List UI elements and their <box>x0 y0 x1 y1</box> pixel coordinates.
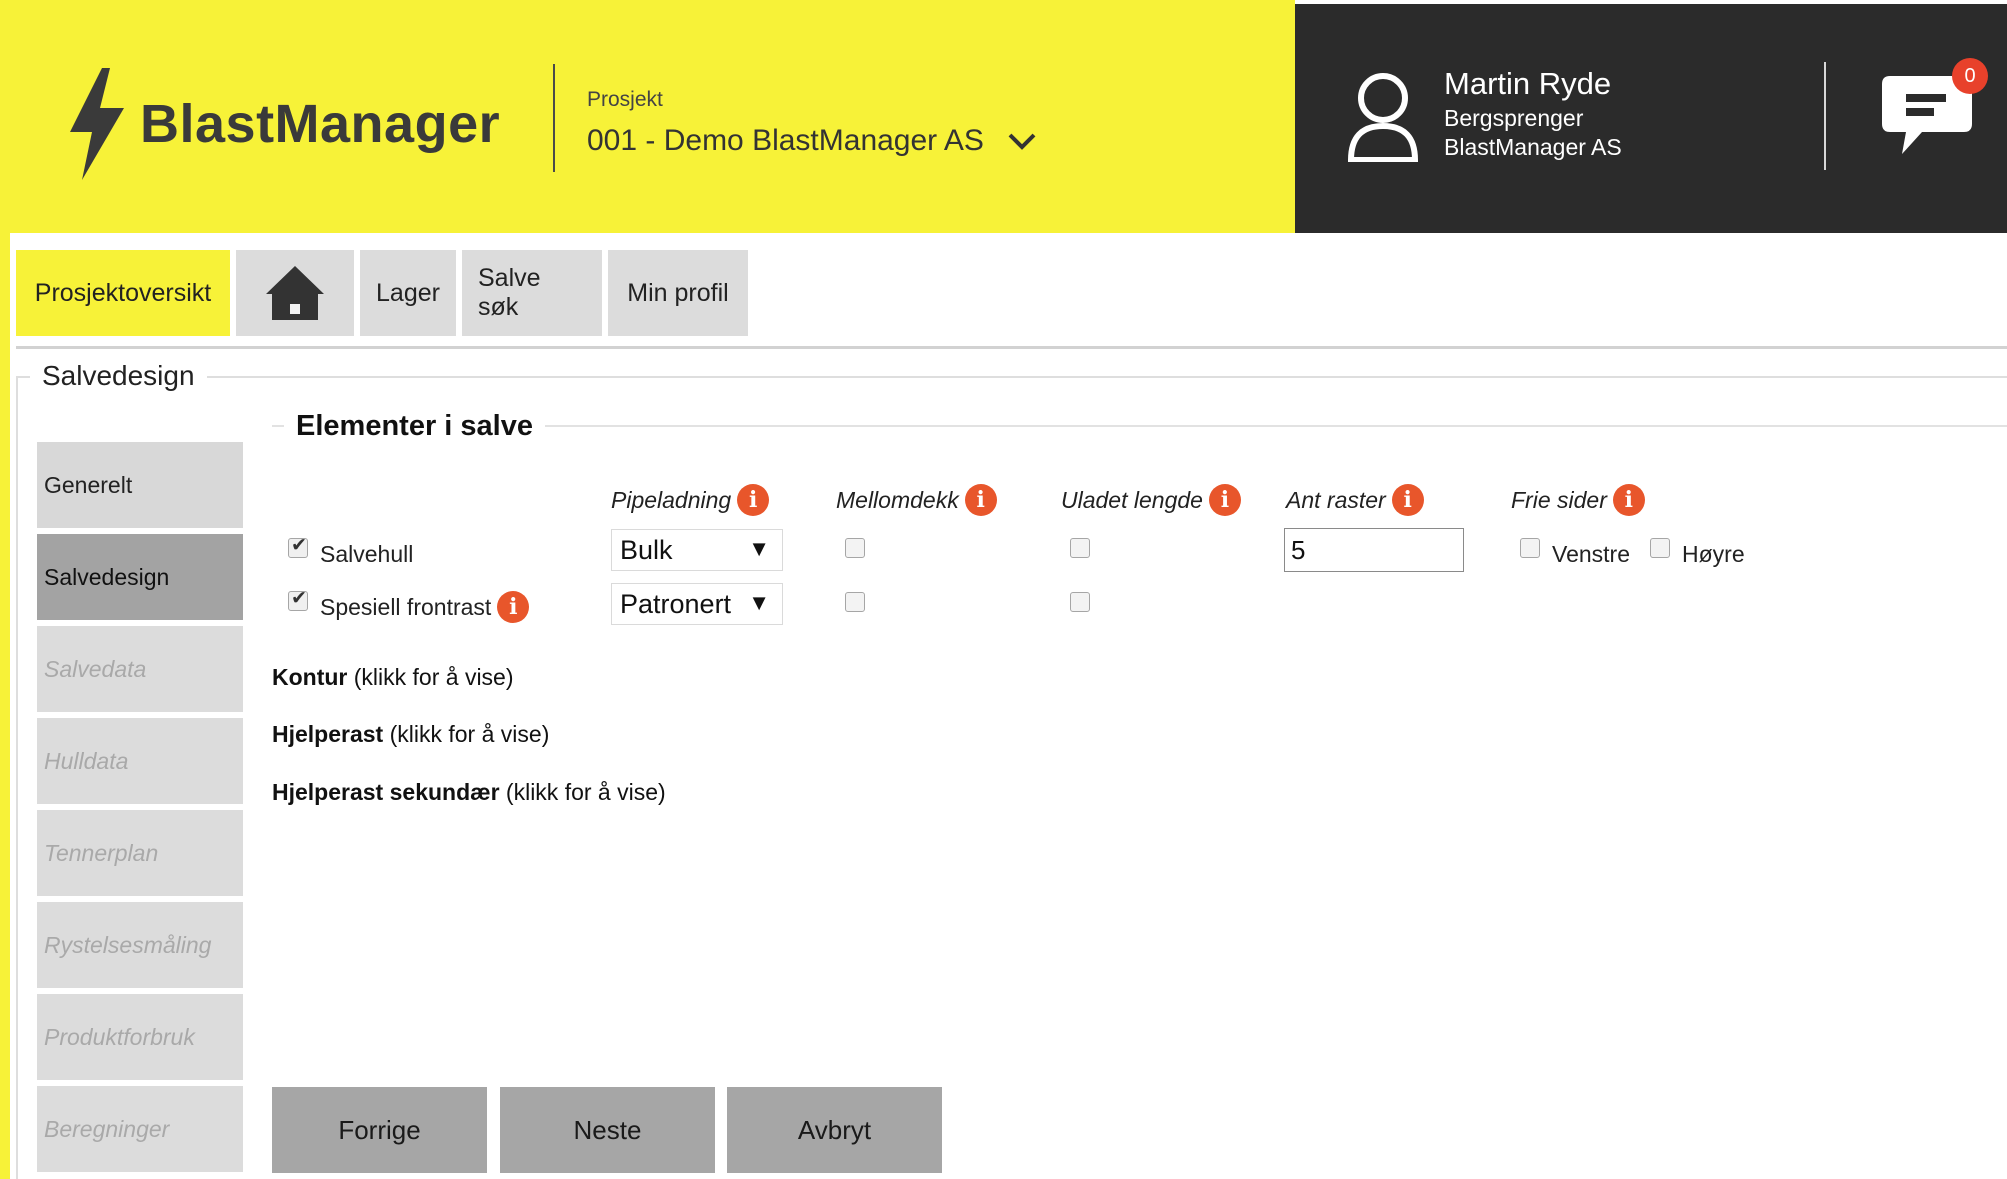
sidebar-item-beregninger: Beregninger <box>37 1086 243 1172</box>
prev-button[interactable]: Forrige <box>272 1087 487 1173</box>
select-arrow-icon: ▼ <box>748 590 770 615</box>
user-name: Martin Ryde <box>1444 66 1612 101</box>
info-icon[interactable]: i <box>1391 484 1424 516</box>
link-hint: (klikk for å vise) <box>389 721 550 747</box>
nav-divider <box>16 346 2007 349</box>
step-sidebar: Generelt Salvedesign Salvedata Hulldata … <box>37 442 243 1178</box>
info-icon[interactable]: i <box>964 484 997 516</box>
column-header-pipeladning: Pipeladning i <box>611 484 770 516</box>
cancel-button[interactable]: Avbryt <box>727 1087 942 1173</box>
pipeladning-select-frontrast[interactable]: Patronert ▼ <box>611 583 783 625</box>
column-label: Uladet lengde <box>1061 486 1203 513</box>
hoyre-checkbox[interactable] <box>1650 538 1670 558</box>
user-company: BlastManager AS <box>1444 134 1622 160</box>
sidebar-item-salvedesign[interactable]: Salvedesign <box>37 534 243 620</box>
venstre-label: Venstre <box>1552 541 1630 567</box>
sidebar-item-hulldata: Hulldata <box>37 718 243 804</box>
kontur-toggle[interactable]: Kontur (klikk for å vise) <box>272 664 514 691</box>
tab-min-profil[interactable]: Min profil <box>608 250 748 336</box>
mellomdekk-checkbox-frontrast[interactable] <box>845 592 865 612</box>
uladet-lengde-checkbox-frontrast[interactable] <box>1070 592 1090 612</box>
info-icon[interactable]: i <box>1208 484 1241 516</box>
logo-text: BlastManager <box>140 94 501 154</box>
column-label: Pipeladning <box>611 486 732 513</box>
link-hint: (klikk for å vise) <box>353 664 514 690</box>
sidebar-item-tennerplan: Tennerplan <box>37 810 243 896</box>
tab-home[interactable] <box>236 250 354 336</box>
logo[interactable]: BlastManager <box>62 64 500 184</box>
pipeladning-select-salvehull[interactable]: Bulk ▼ <box>611 529 783 571</box>
page: BlastManager Prosjekt 001 - Demo BlastMa… <box>0 0 2007 1179</box>
user-role: Bergsprenger <box>1444 105 1584 131</box>
link-title: Hjelperast sekundær <box>272 779 500 805</box>
elements-title: Elementer i salve <box>284 410 545 443</box>
column-header-ant-raster: Ant raster i <box>1286 484 1424 516</box>
chat-notification-badge: 0 <box>1952 58 1988 94</box>
sidebar-item-generelt[interactable]: Generelt <box>37 442 243 528</box>
info-icon[interactable]: i <box>1612 484 1645 516</box>
link-title: Hjelperast <box>272 721 384 747</box>
header-user-divider <box>1824 62 1826 170</box>
salvehull-label: Salvehull <box>320 541 414 567</box>
link-title: Kontur <box>272 664 348 690</box>
select-value: Bulk <box>620 534 673 565</box>
section-border-top <box>16 376 2007 378</box>
project-selector[interactable]: 001 - Demo BlastManager AS <box>587 124 1038 158</box>
ant-raster-input[interactable] <box>1284 528 1464 572</box>
mellomdekk-checkbox-salvehull[interactable] <box>845 538 865 558</box>
main-nav: Prosjektoversikt Lager Salve søk Min pro… <box>16 250 748 336</box>
select-value: Patronert <box>620 588 732 619</box>
spesiell-frontrast-text: Spesiell frontrast <box>320 593 492 620</box>
sidebar-item-produktforbruk: Produktforbruk <box>37 994 243 1080</box>
tab-salve-sok[interactable]: Salve søk <box>462 250 602 336</box>
uladet-lengde-checkbox-salvehull[interactable] <box>1070 538 1090 558</box>
venstre-checkbox[interactable] <box>1520 538 1540 558</box>
hjelperast-sekundaer-toggle[interactable]: Hjelperast sekundær (klikk for å vise) <box>272 779 666 806</box>
info-icon[interactable]: i <box>497 591 530 623</box>
home-icon <box>266 266 324 320</box>
column-label: Ant raster <box>1286 486 1386 513</box>
hoyre-label: Høyre <box>1682 541 1745 567</box>
column-label: Frie sider <box>1511 486 1607 513</box>
spesiell-frontrast-checkbox[interactable] <box>288 587 308 611</box>
column-header-mellomdekk: Mellomdekk i <box>836 484 997 516</box>
tab-prosjektoversikt[interactable]: Prosjektoversikt <box>16 250 230 336</box>
lightning-bolt-icon <box>70 68 124 180</box>
next-button[interactable]: Neste <box>500 1087 715 1173</box>
select-arrow-icon: ▼ <box>748 536 770 561</box>
section-border-left <box>16 376 18 1179</box>
hjelperast-toggle[interactable]: Hjelperast (klikk for å vise) <box>272 721 549 748</box>
sidebar-item-rystelsesmaling: Rystelsesmåling <box>37 902 243 988</box>
tab-lager[interactable]: Lager <box>360 250 456 336</box>
column-header-uladet-lengde: Uladet lengde i <box>1061 484 1241 516</box>
project-value: 001 - Demo BlastManager AS <box>587 124 984 157</box>
user-icon[interactable] <box>1345 70 1421 162</box>
section-title: Salvedesign <box>30 360 207 392</box>
sidebar-item-salvedata: Salvedata <box>37 626 243 712</box>
project-label: Prosjekt <box>587 88 663 111</box>
info-icon[interactable]: i <box>737 484 770 516</box>
spesiell-frontrast-label: Spesiell frontrast i <box>320 591 530 623</box>
column-label: Mellomdekk <box>836 486 959 513</box>
link-hint: (klikk for å vise) <box>505 779 666 805</box>
left-accent-strip <box>0 0 10 1179</box>
chevron-down-icon <box>1008 133 1036 150</box>
column-header-frie-sider: Frie sider i <box>1511 484 1645 516</box>
header-divider <box>553 64 555 172</box>
header-brand-area: BlastManager Prosjekt 001 - Demo BlastMa… <box>10 0 1295 233</box>
salvehull-checkbox[interactable] <box>288 534 308 558</box>
